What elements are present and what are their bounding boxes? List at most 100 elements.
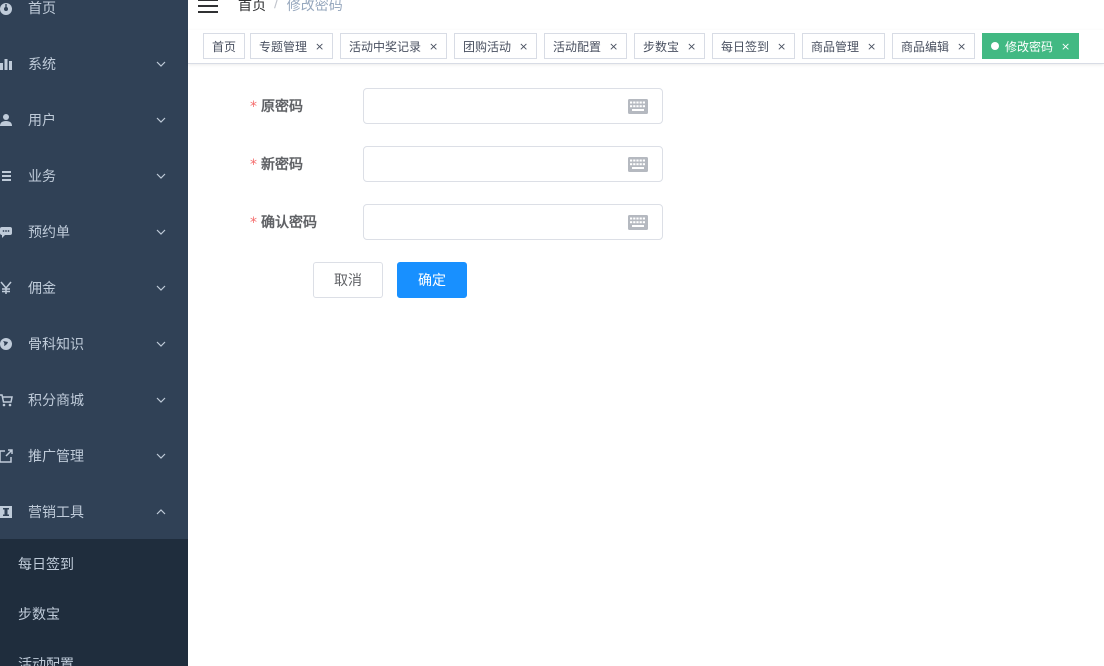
confirm-password-input[interactable] — [364, 205, 624, 239]
new-password-field[interactable] — [363, 146, 663, 182]
tag-daily-checkin[interactable]: 每日签到 × — [712, 33, 796, 59]
submenu-item-step-treasure[interactable]: 步数宝 — [0, 589, 188, 639]
cancel-button[interactable]: 取消 — [313, 262, 383, 298]
sidebar-item-label: 用户 — [28, 113, 56, 129]
sidebar-item-label: 首页 — [28, 1, 56, 17]
sidebar-item-label: 推广管理 — [28, 449, 84, 465]
chevron-down-icon — [154, 113, 168, 127]
field-label-text: 新密码 — [261, 157, 303, 173]
tag-winning-records[interactable]: 活动中奖记录 × — [340, 33, 448, 59]
field-label-text: 原密码 — [261, 99, 303, 115]
close-icon[interactable]: × — [609, 40, 618, 53]
sidebar-item-label: 系统 — [28, 57, 56, 73]
submenu-item-label: 步数宝 — [18, 607, 60, 623]
marketing-submenu: 每日签到 步数宝 活动配置 — [0, 539, 188, 666]
tag-activity-config[interactable]: 活动配置 × — [544, 33, 628, 59]
share-icon — [0, 448, 14, 464]
tag-group-buy[interactable]: 团购活动 × — [454, 33, 538, 59]
keyboard-icon[interactable] — [628, 215, 648, 230]
submenu-item-activity-config[interactable]: 活动配置 — [0, 639, 188, 666]
list-icon — [0, 168, 14, 184]
sidebar-item-label: 营销工具 — [28, 505, 84, 521]
confirm-password-label: * 确认密码 — [250, 212, 340, 232]
close-icon[interactable]: × — [777, 40, 786, 53]
breadcrumb-separator: / — [274, 0, 279, 11]
sidebar-item-home[interactable]: 首页 — [0, 0, 188, 36]
sidebar-item-label: 佣金 — [28, 281, 56, 297]
user-icon — [0, 112, 14, 128]
close-icon[interactable]: × — [957, 40, 966, 53]
tag-change-password[interactable]: 修改密码 × — [982, 33, 1080, 59]
close-icon[interactable]: × — [315, 40, 324, 53]
sidebar-item-commission[interactable]: 佣金 — [0, 260, 188, 316]
sidebar-item-promotion[interactable]: 推广管理 — [0, 428, 188, 484]
sidebar-item-label: 骨科知识 — [28, 337, 84, 353]
tag-label: 团购活动 — [463, 39, 512, 54]
tag-label: 修改密码 — [1005, 39, 1054, 54]
comment-icon — [0, 224, 14, 240]
tag-label: 商品管理 — [811, 39, 860, 54]
tag-label: 活动中奖记录 — [349, 39, 422, 54]
tag-label: 每日签到 — [721, 39, 770, 54]
confirm-password-field[interactable] — [363, 204, 663, 240]
required-mark: * — [250, 99, 257, 115]
close-icon[interactable]: × — [519, 40, 528, 53]
close-icon[interactable]: × — [687, 40, 696, 53]
required-mark: * — [250, 215, 257, 231]
old-password-field[interactable] — [363, 88, 663, 124]
tag-topic-management[interactable]: 专题管理 × — [250, 33, 334, 59]
sidebar-item-label: 积分商城 — [28, 393, 84, 409]
cart-icon — [0, 392, 14, 408]
hamburger-icon[interactable] — [198, 0, 218, 14]
breadcrumb: 首页 / 修改密码 — [238, 0, 343, 15]
yen-icon — [0, 280, 14, 296]
chevron-down-icon — [154, 169, 168, 183]
active-dot-icon — [991, 42, 999, 50]
keyboard-icon[interactable] — [628, 157, 648, 172]
globe-icon — [0, 336, 14, 352]
confirm-button[interactable]: 确定 — [397, 262, 467, 298]
tag-product-edit[interactable]: 商品编辑 × — [892, 33, 976, 59]
chevron-down-icon — [154, 281, 168, 295]
new-password-input[interactable] — [364, 147, 624, 181]
tag-step-treasure[interactable]: 步数宝 × — [634, 33, 706, 59]
sidebar-item-knowledge[interactable]: 骨科知识 — [0, 316, 188, 372]
tag-label: 活动配置 — [553, 39, 602, 54]
new-password-label: * 新密码 — [250, 154, 340, 174]
sidebar: 首页 系统 用户 业务 预约单 佣金 骨科知识 积分商城 推广管理 营销工具 每… — [0, 0, 188, 666]
tag-product-management[interactable]: 商品管理 × — [802, 33, 886, 59]
tool-icon — [0, 504, 14, 520]
sidebar-item-label: 业务 — [28, 169, 56, 185]
chevron-down-icon — [154, 337, 168, 351]
app-root: 首页 系统 用户 业务 预约单 佣金 骨科知识 积分商城 推广管理 营销工具 每… — [0, 0, 1104, 666]
tag-label: 首页 — [212, 39, 237, 54]
sidebar-item-points-mall[interactable]: 积分商城 — [0, 372, 188, 428]
sidebar-item-appointment[interactable]: 预约单 — [0, 204, 188, 260]
breadcrumb-home[interactable]: 首页 — [238, 0, 266, 15]
field-label-text: 确认密码 — [261, 215, 317, 231]
sidebar-item-user[interactable]: 用户 — [0, 92, 188, 148]
old-password-input[interactable] — [364, 89, 624, 123]
tag-label: 步数宝 — [643, 39, 680, 54]
chevron-down-icon — [154, 225, 168, 239]
sidebar-item-marketing-tools[interactable]: 营销工具 — [0, 484, 188, 540]
breadcrumb-current: 修改密码 — [286, 0, 343, 14]
dashboard-icon — [0, 0, 14, 16]
submenu-item-label: 活动配置 — [18, 657, 74, 666]
submenu-item-label: 每日签到 — [18, 557, 74, 573]
sidebar-item-system[interactable]: 系统 — [0, 36, 188, 92]
chevron-up-icon — [154, 505, 168, 519]
submenu-item-daily-checkin[interactable]: 每日签到 — [0, 539, 188, 589]
tags-view: 首页 专题管理 × 活动中奖记录 × 团购活动 × 活动配置 × 步数宝 × 每… — [188, 30, 1104, 64]
tag-label: 专题管理 — [259, 39, 308, 54]
close-icon[interactable]: × — [429, 40, 438, 53]
sidebar-item-business[interactable]: 业务 — [0, 148, 188, 204]
keyboard-icon[interactable] — [628, 99, 648, 114]
tag-label: 商品编辑 — [901, 39, 950, 54]
close-icon[interactable]: × — [867, 40, 876, 53]
required-mark: * — [250, 157, 257, 173]
tag-home[interactable]: 首页 — [203, 33, 246, 59]
chart-bar-icon — [0, 56, 14, 72]
navbar: 首页 / 修改密码 — [188, 0, 1104, 30]
close-icon[interactable]: × — [1061, 40, 1070, 53]
